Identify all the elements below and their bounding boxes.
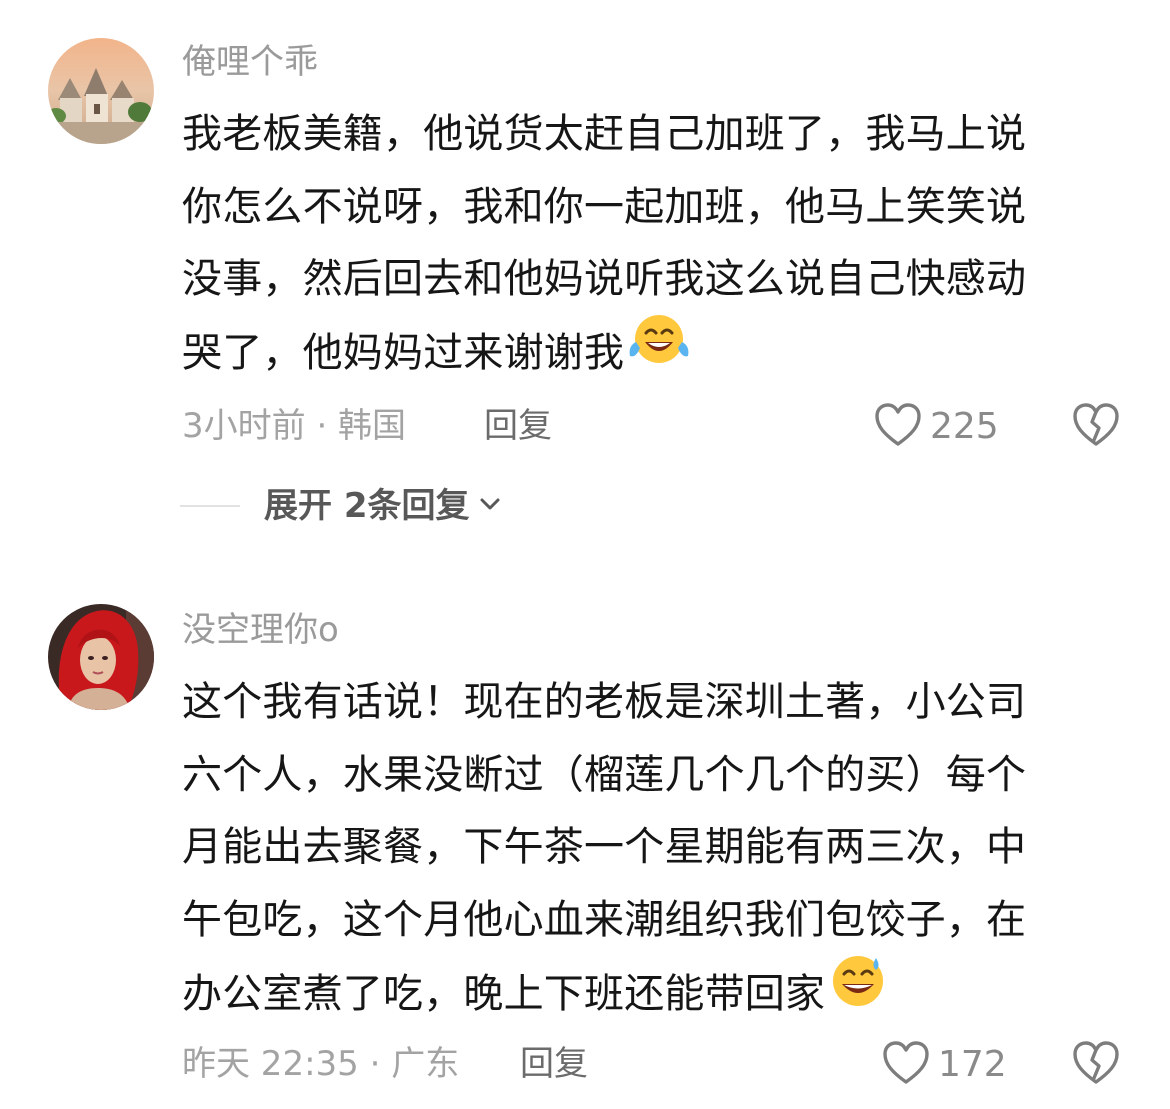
like-button[interactable]: 172 <box>882 1040 1007 1090</box>
laughing-tears-emoji <box>626 312 692 390</box>
broken-heart-icon <box>1072 403 1120 452</box>
like-button[interactable]: 225 <box>874 402 999 452</box>
comment-text-line: 这个我有话说！现在的老板是深圳土著，小公司 <box>182 679 1027 725</box>
comment-text-line: 我老板美籍，他说货太赶自己加班了，我马上说 <box>182 111 1027 157</box>
comment-text-line: 办公室煮了吃，晚上下班还能带回家 <box>182 956 1112 1036</box>
broken-heart-icon <box>1072 1041 1120 1090</box>
comment-text-line: 哭了，他妈妈过来谢谢我 <box>182 314 1112 394</box>
comment-meta: 3小时前 · 韩国 <box>182 406 407 446</box>
avatar[interactable] <box>48 38 154 144</box>
divider <box>180 505 240 507</box>
chevron-down-icon <box>478 495 502 517</box>
comment-username[interactable]: 没空理你o <box>182 610 339 650</box>
expand-replies-label: 展开 2条回复 <box>264 486 470 526</box>
like-count: 172 <box>938 1044 1007 1085</box>
heart-outline-icon <box>882 1040 930 1090</box>
comment-text-line: 月能出去聚餐，下午茶一个星期能有两三次，中 <box>182 824 1027 870</box>
dislike-button[interactable] <box>1072 402 1120 452</box>
comment-meta: 昨天 22:35 · 广东 <box>182 1044 460 1084</box>
avatar[interactable] <box>48 604 154 710</box>
reply-button[interactable]: 回复 <box>484 406 552 446</box>
dislike-button[interactable] <box>1072 1040 1120 1090</box>
comment-text-line: 六个人，水果没断过（榴莲几个几个的买）每个 <box>182 751 1027 798</box>
like-count: 225 <box>930 406 999 447</box>
comment-text-line: 你怎么不说呀，我和你一起加班，他马上笑笑说 <box>182 183 1027 230</box>
expand-replies-button[interactable]: 展开 2条回复 <box>180 486 502 526</box>
comment-item: 没空理你o 这个我有话说！现在的老板是深圳土著，小公司 六个人，水果没断过（榴莲… <box>0 560 1170 1109</box>
comment-text: 这个我有话说！现在的老板是深圳土著，小公司 六个人，水果没断过（榴莲几个几个的买… <box>182 666 1112 1036</box>
comment-text: 我老板美籍，他说货太赶自己加班了，我马上说 你怎么不说呀，我和你一起加班，他马上… <box>182 98 1112 393</box>
comment-text-last: 哭了，他妈妈过来谢谢我 <box>182 329 625 376</box>
comment-item: 俺哩个乖 我老板美籍，他说货太赶自己加班了，我马上说 你怎么不说呀，我和你一起加… <box>0 0 1170 560</box>
reply-button[interactable]: 回复 <box>520 1044 588 1084</box>
comment-text-line: 没事，然后回去和他妈说听我这么说自己快感动 <box>182 256 1027 302</box>
comment-username[interactable]: 俺哩个乖 <box>182 42 318 82</box>
grinning-sweat-emoji <box>827 952 889 1032</box>
comment-text-line: 午包吃，这个月他心血来潮组织我们包饺子，在 <box>182 896 1027 943</box>
comment-text-last: 办公室煮了吃，晚上下班还能带回家 <box>182 970 826 1017</box>
heart-outline-icon <box>874 402 922 452</box>
